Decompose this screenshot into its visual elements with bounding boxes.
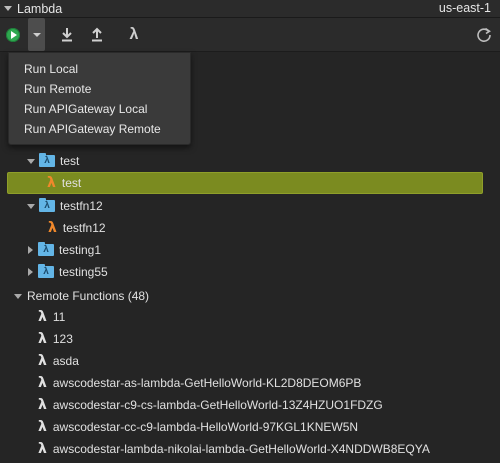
panel-header[interactable]: Lambda us-east-1: [0, 0, 500, 18]
folder-label: testing1: [59, 243, 102, 257]
run-options-dropdown-button[interactable]: [28, 18, 45, 51]
function-label: testfn12: [62, 221, 106, 235]
tree-folder-testing1[interactable]: λ testing1: [0, 239, 500, 261]
folder-icon: λ: [39, 153, 55, 167]
lambda-icon[interactable]: λ: [124, 18, 144, 51]
function-label: awscodestar-cc-c9-lambda-HelloWorld-97KG…: [52, 420, 359, 434]
play-circle-icon: [5, 27, 20, 42]
tree-remote-function[interactable]: λ asda: [0, 350, 500, 372]
menu-item-run-remote[interactable]: Run Remote: [24, 82, 91, 96]
lambda-function-icon: λ: [48, 220, 57, 236]
folder-label: test: [60, 154, 80, 168]
lambda-function-icon: λ: [38, 397, 47, 413]
tree-folder-testfn12[interactable]: λ testfn12: [0, 195, 500, 217]
download-button[interactable]: [58, 18, 76, 51]
upload-button[interactable]: [88, 18, 106, 51]
function-label: 11: [52, 310, 66, 324]
function-label: awscodestar-lambda-nikolai-lambda-GetHel…: [52, 442, 430, 456]
run-options-menu: Run Local Run Remote Run APIGateway Loca…: [8, 52, 191, 145]
tree-remote-functions-group[interactable]: Remote Functions (48): [0, 285, 500, 307]
panel-title: Lambda: [17, 1, 63, 16]
refresh-button[interactable]: [474, 18, 494, 51]
menu-item-run-apigateway-remote[interactable]: Run APIGateway Remote: [24, 122, 161, 136]
lambda-function-icon: λ: [47, 175, 56, 191]
function-label: test: [61, 176, 82, 190]
region-label[interactable]: us-east-1: [439, 1, 491, 15]
expand-arrow-icon[interactable]: [28, 268, 33, 276]
expand-arrow-icon[interactable]: [14, 293, 22, 299]
menu-item-run-apigateway-local[interactable]: Run APIGateway Local: [24, 102, 147, 116]
lambda-function-icon: λ: [38, 441, 47, 457]
collapse-arrow-icon[interactable]: [4, 6, 12, 11]
menu-item-run-local[interactable]: Run Local: [24, 62, 78, 76]
lambda-function-icon: λ: [38, 353, 47, 369]
expand-arrow-icon[interactable]: [28, 246, 33, 254]
toolbar: λ: [0, 18, 500, 52]
folder-icon: λ: [38, 242, 54, 256]
lambda-panel: Lambda us-east-1 λ λ test λ test λ testf…: [0, 0, 500, 463]
function-label: awscodestar-c9-cs-lambda-GetHelloWorld-1…: [52, 398, 383, 412]
download-icon: [62, 28, 72, 42]
function-label: asda: [52, 354, 79, 368]
expand-arrow-icon[interactable]: [27, 158, 35, 164]
folder-label: testing55: [59, 265, 108, 279]
tree-function-testfn12[interactable]: λ testfn12: [0, 217, 500, 239]
lambda-function-icon: λ: [38, 331, 47, 347]
lambda-function-icon: λ: [38, 375, 47, 391]
expand-arrow-icon[interactable]: [27, 203, 35, 209]
tree-function-test[interactable]: λ test: [7, 172, 483, 194]
tree-remote-function[interactable]: λ 123: [0, 328, 500, 350]
function-label: 123: [52, 332, 73, 346]
tree-folder-testing55[interactable]: λ testing55: [0, 261, 500, 283]
folder-icon: λ: [38, 264, 54, 278]
folder-label: testfn12: [60, 199, 103, 213]
lambda-function-icon: λ: [38, 309, 47, 325]
tree-folder-test[interactable]: λ test: [0, 150, 500, 172]
tree-remote-function[interactable]: λ awscodestar-as-lambda-GetHelloWorld-KL…: [0, 372, 500, 394]
remote-functions-label: Remote Functions (48): [27, 289, 150, 303]
run-button[interactable]: [1, 18, 24, 51]
tree-remote-function[interactable]: λ awscodestar-lambda-nikolai-lambda-GetH…: [0, 438, 500, 460]
tree-remote-function[interactable]: λ awscodestar-cc-c9-lambda-HelloWorld-97…: [0, 416, 500, 438]
upload-icon: [92, 27, 102, 42]
chevron-down-icon: [32, 32, 41, 37]
tree-remote-function[interactable]: λ awscodestar-c9-cs-lambda-GetHelloWorld…: [0, 394, 500, 416]
folder-icon: λ: [39, 198, 55, 212]
lambda-function-icon: λ: [38, 419, 47, 435]
refresh-icon: [477, 27, 491, 42]
function-label: awscodestar-as-lambda-GetHelloWorld-KL2D…: [52, 376, 362, 390]
tree-remote-function[interactable]: λ 11: [0, 306, 500, 328]
